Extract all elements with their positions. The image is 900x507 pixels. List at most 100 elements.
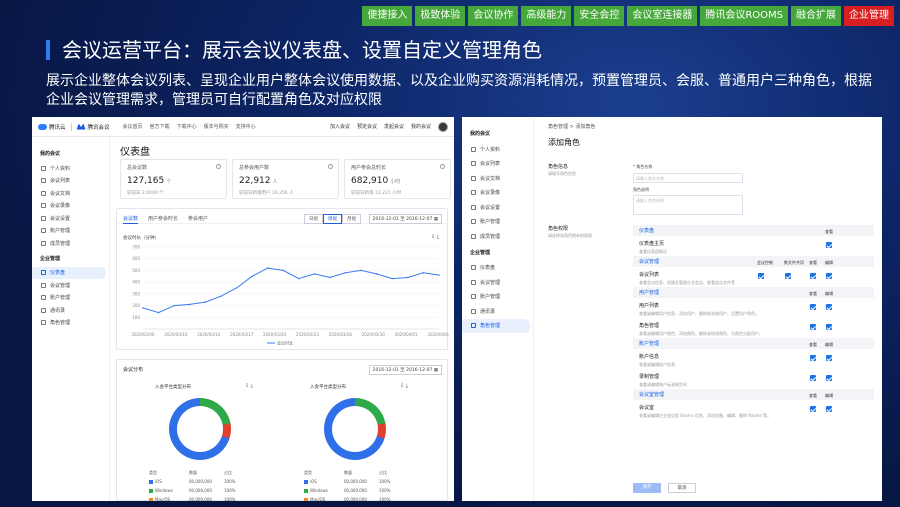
sidebar-item[interactable]: 账户管理 — [32, 292, 109, 305]
sidebar-item[interactable]: 仪表盘 — [462, 261, 533, 276]
top-nav-item[interactable]: 极致体验 — [415, 6, 466, 26]
permission-checkbox[interactable] — [810, 406, 816, 412]
permission-checkbox[interactable] — [810, 324, 816, 330]
y-tick-label: 300 — [132, 291, 140, 296]
permission-checkbox[interactable] — [826, 242, 832, 248]
sidebar-item[interactable]: 会议列表 — [462, 157, 533, 172]
sidebar-item[interactable]: 成员管理 — [32, 237, 109, 250]
sidebar-item[interactable]: 会议管理 — [462, 275, 533, 290]
period-button[interactable]: 日视 — [304, 214, 323, 224]
download-icon[interactable]: ⇩ ⤓ — [400, 383, 408, 389]
permission-checkbox[interactable] — [810, 375, 816, 381]
header-nav-link[interactable]: 官方下载 — [150, 123, 170, 130]
stat-unit: 小时 — [390, 179, 401, 185]
top-nav-item[interactable]: 高级能力 — [521, 6, 572, 26]
top-nav-item[interactable]: 会议协作 — [468, 6, 519, 26]
permission-checkbox[interactable] — [826, 304, 832, 310]
period-button[interactable]: 周视 — [323, 214, 342, 224]
sidebar-item[interactable]: 会议录像 — [32, 200, 109, 213]
header-nav-link[interactable]: 支持中心 — [236, 123, 256, 130]
legend-header-cell: 类型 — [149, 469, 157, 475]
top-nav-item[interactable]: 便捷接入 — [362, 6, 413, 26]
top-nav-item[interactable]: 安全会控 — [574, 6, 625, 26]
top-nav-item[interactable]: 会议室连接器 — [627, 6, 698, 26]
legend-pct: 100% — [224, 479, 236, 484]
sidebar-item[interactable]: 会议录像 — [462, 186, 533, 201]
sidebar-item[interactable]: 仪表盘 — [32, 266, 106, 279]
y-tick-label: 100 — [132, 315, 140, 320]
role-name-placeholder: 请输入角色名称 — [636, 176, 664, 181]
legend-count: 00,000,000 — [189, 497, 212, 501]
add-role-main: 角色管理 > 添加角色 添加角色 角色信息 请填写角色信息 * 角色名称 请输入… — [540, 117, 882, 501]
sidebar-item[interactable]: 个人资料 — [462, 142, 533, 157]
legend-swatch — [149, 488, 153, 493]
permission-checkbox[interactable] — [826, 324, 832, 330]
header-action-link[interactable]: 发起会议 — [384, 123, 404, 130]
role-desc-textarea[interactable]: 请输入角色说明 — [633, 195, 743, 215]
sidebar-item[interactable]: 角色管理 — [32, 317, 109, 330]
permission-checkbox[interactable] — [810, 304, 816, 310]
sidebar-item[interactable]: 通讯录 — [462, 304, 533, 319]
permission-item: 角色管理 查看或编辑用户角色、添加角色、删除或修改角色、为角色分配用户。 — [633, 318, 874, 338]
date-range-picker[interactable]: 2016-12-01 至 2016-12-07 ▦ — [368, 214, 442, 224]
info-icon[interactable] — [216, 164, 221, 169]
voovmeeting-logo-icon — [76, 123, 86, 130]
download-icon[interactable]: ⇩ ⤓ — [245, 383, 253, 389]
permission-checkbox[interactable] — [810, 355, 816, 361]
header-nav-link[interactable]: 版本与购买 — [204, 123, 229, 130]
chart-tab[interactable]: 会议数 — [123, 215, 139, 224]
permission-checkbox[interactable] — [826, 406, 832, 412]
top-nav-item[interactable]: 企业管理 — [844, 6, 894, 26]
sidebar-item[interactable]: 会议管理 — [32, 279, 109, 292]
sidebar-item[interactable]: 会议列表 — [32, 175, 109, 188]
chart-tab[interactable]: 参会用户 — [188, 215, 208, 223]
stat-number: 127,165 — [127, 176, 165, 186]
permission-item: 仪表盘主页 查看仪表盘概况 — [633, 236, 874, 256]
info-icon[interactable] — [440, 164, 445, 169]
permission-checkbox[interactable] — [758, 273, 764, 279]
sidebar-item[interactable]: 会议文档 — [32, 187, 109, 200]
chart-tab[interactable]: 用户参会时长 — [148, 215, 178, 223]
chart-tool-icons[interactable]: ⇩ ⤓ — [431, 234, 439, 240]
sidebar-item[interactable]: 个人资料 — [32, 162, 109, 175]
permission-checkbox[interactable] — [826, 355, 832, 361]
legend-name: iOS — [310, 479, 317, 484]
permission-checkbox[interactable] — [785, 273, 791, 279]
donut-legend-table: 类型 数量 占比 iOS 00,000,000 100% Windows 00,000,000… — [304, 468, 399, 501]
sidebar-item[interactable]: 账户管理 — [32, 225, 109, 238]
permission-item: 录制管理 查看或编辑账户云录制空间 — [633, 369, 874, 389]
top-nav-item[interactable]: 腾讯会议ROOMS — [700, 6, 788, 26]
sidebar-item[interactable]: 成员管理 — [462, 229, 533, 244]
avatar[interactable] — [438, 121, 448, 132]
sidebar-item[interactable]: 角色管理 — [462, 318, 530, 333]
sidebar-item[interactable]: 通讯录 — [32, 304, 109, 317]
sidebar-item-icon — [41, 270, 46, 276]
stat-sub: 较前日新增用户 10,256 人 — [239, 191, 294, 196]
role-name-input[interactable]: 请输入角色名称 — [633, 173, 743, 183]
sidebar-item-label: 个人资料 — [50, 165, 71, 172]
permission-checkbox[interactable] — [826, 375, 832, 381]
cancel-button[interactable]: 取消 — [668, 483, 696, 493]
distribution-date-picker[interactable]: 2016-12-01 至 2016-12-07 ▦ — [368, 365, 442, 375]
header-action-link[interactable]: 预定会议 — [357, 123, 377, 130]
sidebar-item[interactable]: 会议文档 — [462, 171, 533, 186]
header-action-link[interactable]: 我的会议 — [411, 123, 431, 130]
header-nav-link[interactable]: 下载中心 — [177, 123, 197, 130]
top-nav-item[interactable]: 融合扩展 — [791, 6, 841, 26]
header-action-link[interactable]: 加入会议 — [330, 123, 350, 130]
permission-checkbox[interactable] — [810, 273, 816, 279]
header-nav-link[interactable]: 会议首页 — [123, 123, 143, 130]
sidebar-item[interactable]: 会议设置 — [32, 212, 109, 225]
sidebar-item-label: 会议文档 — [50, 190, 71, 197]
permission-checkbox[interactable] — [826, 273, 832, 279]
sidebar-item-icon — [471, 204, 476, 210]
sidebar-item[interactable]: 会议设置 — [462, 200, 533, 215]
info-icon[interactable] — [328, 164, 333, 169]
save-button[interactable]: 保存 — [633, 483, 661, 493]
period-button[interactable]: 月视 — [342, 214, 361, 224]
sidebar-item[interactable]: 账户管理 — [462, 215, 533, 230]
sidebar-item[interactable]: 账户管理 — [462, 290, 533, 305]
data-point — [360, 269, 362, 272]
logo[interactable]: 腾讯云 腾讯会议 — [38, 122, 110, 131]
permission-name: 仪表盘主页 — [639, 241, 665, 247]
